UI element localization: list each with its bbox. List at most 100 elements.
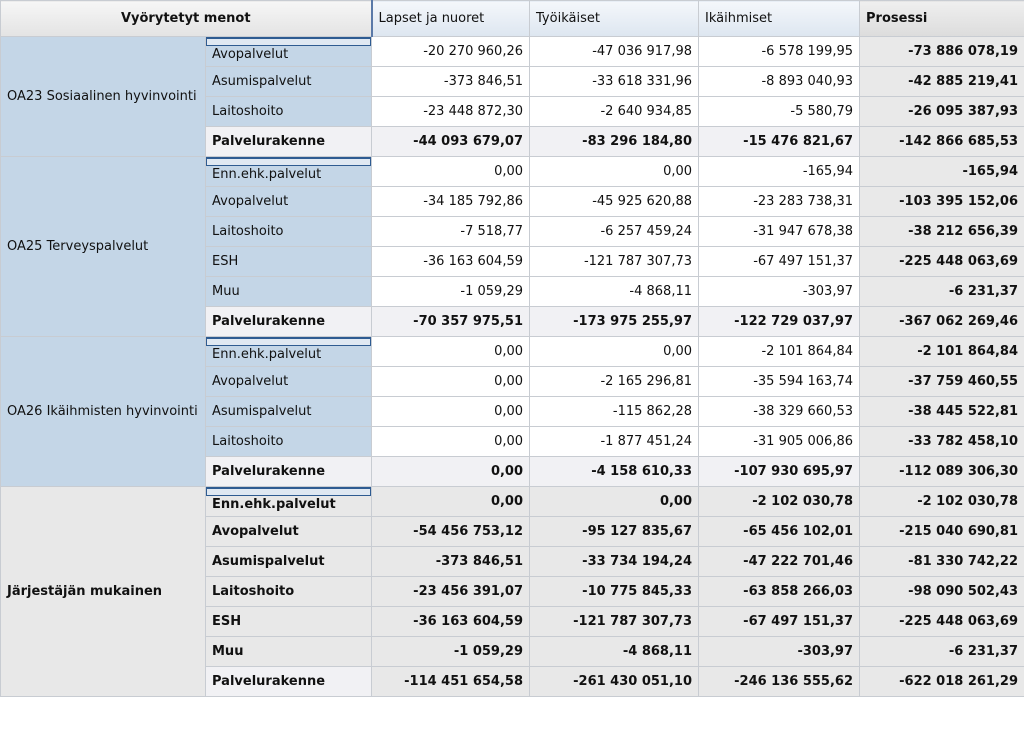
row-sub-label[interactable]: Avopalvelut xyxy=(204,516,373,547)
table-cell: -70 357 975,51 xyxy=(371,306,531,337)
table-cell: -1 059,29 xyxy=(371,276,531,307)
table-cell: -44 093 679,07 xyxy=(371,126,531,157)
table-row: OA25 Terveyspalvelut Enn.ehk.palvelut 0,00… xyxy=(0,156,1024,337)
row-group-label[interactable]: OA26 Ikäihmisten hyvinvointi xyxy=(0,336,206,487)
row-sub-label-text: Laitoshoito xyxy=(212,104,284,119)
row-group-label[interactable]: OA23 Sosiaalinen hyvinvointi xyxy=(0,36,206,157)
table-cell: -165,94 xyxy=(698,156,861,187)
table-cell: -303,97 xyxy=(698,276,861,307)
row-sub-label-text: Muu xyxy=(212,644,244,659)
table-cell: -33 734 194,24 xyxy=(529,546,700,577)
row-sub-label-text: Laitoshoito xyxy=(212,224,284,239)
table-cell: -4 868,11 xyxy=(529,276,700,307)
table-cell: -122 729 037,97 xyxy=(698,306,861,337)
table-cell: 0,00 xyxy=(371,456,531,487)
row-sub-label[interactable]: Palvelurakenne xyxy=(204,666,373,697)
table-cell: -107 930 695,97 xyxy=(698,456,861,487)
corner-header[interactable]: Vyörytetyt menot xyxy=(0,0,373,37)
table-cell: -225 448 063,69 xyxy=(859,246,1024,277)
table-cell: -15 476 821,67 xyxy=(698,126,861,157)
table-cell: -165,94 xyxy=(859,156,1024,187)
table-cell: -373 846,51 xyxy=(371,66,531,97)
row-sub-label-text: Avopalvelut xyxy=(212,194,289,209)
table-cell: -4 158 610,33 xyxy=(529,456,700,487)
column-header-ikaihmiset[interactable]: Ikäihmiset xyxy=(698,0,861,37)
row-sub-label[interactable]: Asumispalvelut xyxy=(204,546,373,577)
row-sub-label[interactable]: Enn.ehk.palvelut xyxy=(204,486,373,517)
row-sub-label-text: Palvelurakenne xyxy=(212,464,326,479)
row-sub-label[interactable]: Enn.ehk.palvelut xyxy=(204,336,373,367)
table-cell: -20 270 960,26 xyxy=(371,36,531,67)
table-cell: -38 329 660,53 xyxy=(698,396,861,427)
table-cell: -23 283 738,31 xyxy=(698,186,861,217)
table-cell: -36 163 604,59 xyxy=(371,606,531,637)
row-sub-label[interactable]: Muu xyxy=(204,636,373,667)
table-cell: -23 448 872,30 xyxy=(371,96,531,127)
table-cell: -81 330 742,22 xyxy=(859,546,1024,577)
table-cell: -215 040 690,81 xyxy=(859,516,1024,547)
table-cell: -1 059,29 xyxy=(371,636,531,667)
row-sub-label[interactable]: Laitoshoito xyxy=(204,96,373,127)
table-cell: -4 868,11 xyxy=(529,636,700,667)
row-sub-label[interactable]: Laitoshoito xyxy=(204,216,373,247)
row-sub-label-text: Asumispalvelut xyxy=(212,74,312,89)
table-cell: -34 185 792,86 xyxy=(371,186,531,217)
row-sub-label[interactable]: Avopalvelut xyxy=(204,186,373,217)
table-cell: -54 456 753,12 xyxy=(371,516,531,547)
column-header-prosessi[interactable]: Prosessi xyxy=(859,0,1024,37)
table-cell: 0,00 xyxy=(371,366,531,397)
table-cell: -142 866 685,53 xyxy=(859,126,1024,157)
row-sub-label[interactable]: Asumispalvelut xyxy=(204,66,373,97)
table-row: OA23 Sosiaalinen hyvinvointi Avopalvelut -… xyxy=(0,36,1024,157)
row-sub-label-text: Enn.ehk.palvelut xyxy=(212,347,322,362)
table-cell: -35 594 163,74 xyxy=(698,366,861,397)
row-sub-label[interactable]: Enn.ehk.palvelut xyxy=(204,156,373,187)
row-sub-label[interactable]: Palvelurakenne xyxy=(204,126,373,157)
table-cell: -67 497 151,37 xyxy=(698,606,861,637)
row-sub-label-text: Avopalvelut xyxy=(212,47,289,62)
row-sub-label[interactable]: ESH xyxy=(204,246,373,277)
table-cell: -261 430 051,10 xyxy=(529,666,700,697)
row-sub-label-text: Enn.ehk.palvelut xyxy=(212,167,322,182)
row-sub-label[interactable]: Avopalvelut xyxy=(204,366,373,397)
row-sub-label[interactable]: Muu xyxy=(204,276,373,307)
row-group-label[interactable]: OA25 Terveyspalvelut xyxy=(0,156,206,337)
table-cell: -6 231,37 xyxy=(859,636,1024,667)
table-cell: -2 640 934,85 xyxy=(529,96,700,127)
row-sub-label-text: ESH xyxy=(212,254,239,269)
table-cell: -95 127 835,67 xyxy=(529,516,700,547)
column-header-tyoikaiset[interactable]: Työikäiset xyxy=(529,0,700,37)
row-sub-label-text: Avopalvelut xyxy=(212,524,299,539)
table-cell: -5 580,79 xyxy=(698,96,861,127)
header-row: Vyörytetyt menot Lapset ja nuoret Työikä… xyxy=(0,0,1024,37)
row-sub-label-text: Asumispalvelut xyxy=(212,554,325,569)
table-cell: -47 222 701,46 xyxy=(698,546,861,577)
row-sub-label[interactable]: Palvelurakenne xyxy=(204,456,373,487)
table-row: OA26 Ikäihmisten hyvinvointi Enn.ehk.palv… xyxy=(0,336,1024,487)
table-cell: 0,00 xyxy=(529,336,700,367)
row-sub-label-text: ESH xyxy=(212,614,242,629)
row-sub-label[interactable]: Asumispalvelut xyxy=(204,396,373,427)
table-cell: -73 886 078,19 xyxy=(859,36,1024,67)
column-header-lapset[interactable]: Lapset ja nuoret xyxy=(370,0,531,37)
table-cell: -2 101 864,84 xyxy=(698,336,861,367)
table-cell: 0,00 xyxy=(371,426,531,457)
table-cell: -23 456 391,07 xyxy=(371,576,531,607)
row-sub-label[interactable]: Palvelurakenne xyxy=(204,306,373,337)
row-group-label[interactable]: Järjestäjän mukainen xyxy=(0,486,206,697)
table-cell: -6 231,37 xyxy=(859,276,1024,307)
table-cell: -6 578 199,95 xyxy=(698,36,861,67)
row-sub-label-text: Laitoshoito xyxy=(212,584,295,599)
row-sub-label-text: Avopalvelut xyxy=(212,374,289,389)
table-cell: -121 787 307,73 xyxy=(529,246,700,277)
row-sub-label[interactable]: Avopalvelut xyxy=(204,36,373,67)
table-cell: -10 775 845,33 xyxy=(529,576,700,607)
table-cell: -114 451 654,58 xyxy=(371,666,531,697)
row-sub-label[interactable]: Laitoshoito xyxy=(204,426,373,457)
table-cell: -31 947 678,38 xyxy=(698,216,861,247)
pivot-table: Vyörytetyt menot Lapset ja nuoret Työikä… xyxy=(0,0,1024,697)
table-cell: -36 163 604,59 xyxy=(371,246,531,277)
row-sub-label[interactable]: Laitoshoito xyxy=(204,576,373,607)
row-sub-label[interactable]: ESH xyxy=(204,606,373,637)
table-cell: 0,00 xyxy=(371,396,531,427)
